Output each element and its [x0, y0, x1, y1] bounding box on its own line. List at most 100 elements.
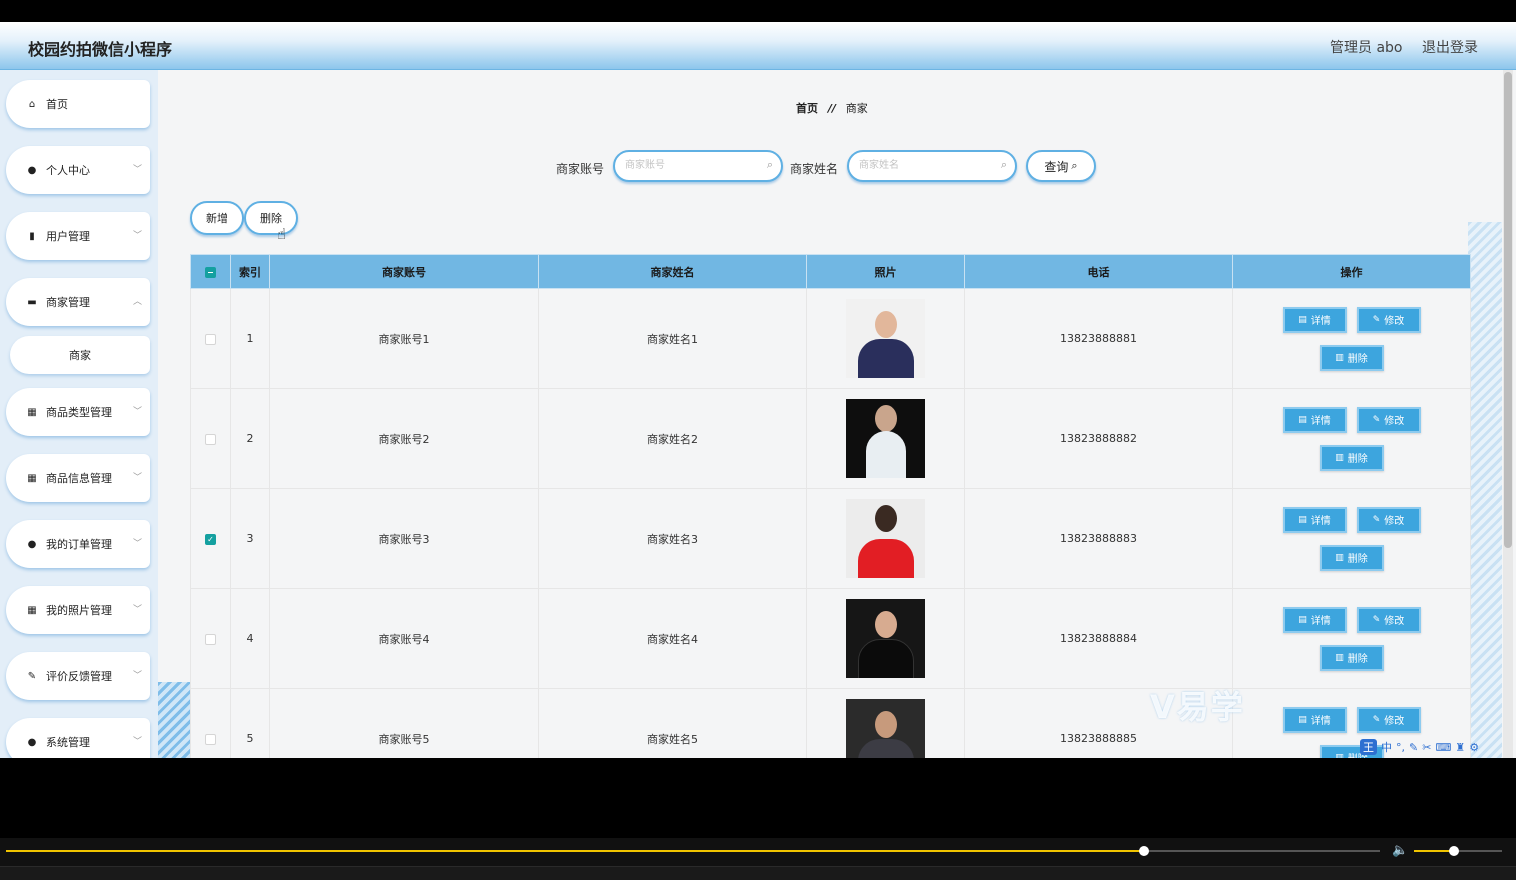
merchant-table: 索引 商家账号 商家姓名 照片 电话 操作 1 商家账号1 商家姓名1 1382… — [190, 254, 1471, 758]
ime-logo-icon[interactable]: 王 — [1360, 739, 1377, 755]
progress-bar[interactable] — [6, 846, 1380, 856]
volume-icon[interactable]: 🔈 — [1392, 843, 1408, 858]
phone-cell: 13823888883 — [964, 488, 1233, 589]
clipboard-icon: ▮ — [29, 230, 35, 242]
chevron-down-icon: ﹀ — [132, 605, 142, 615]
ime-toolbar: 王 中 °, ✎ ✂ ⌨ ♜ ⚙ — [1360, 738, 1479, 756]
sidebar-item-home[interactable]: ⌂ 首页 — [6, 80, 150, 128]
query-button[interactable]: 查询 ⌕ — [1026, 150, 1096, 182]
account-cell: 商家账号4 — [269, 588, 539, 689]
column-header: 商家账号 — [269, 254, 539, 289]
table-row: ✓ 3 商家账号3 商家姓名3 13823888883 ▤ 详情 ✎ 修改 ▥ … — [190, 488, 1471, 589]
chevron-up-icon: ︿ — [132, 297, 142, 307]
chevron-down-icon: ﹀ — [132, 737, 142, 747]
vertical-scrollbar[interactable] — [1503, 70, 1513, 758]
decorative-stripes — [158, 682, 190, 758]
progress-fill — [6, 850, 1144, 852]
merchant-photo[interactable] — [846, 299, 925, 378]
index-cell: 1 — [230, 288, 270, 389]
ime-shirt-icon[interactable]: ♜ — [1455, 741, 1465, 754]
home-icon: ⌂ — [28, 98, 36, 110]
detail-button[interactable]: ▤ 详情 — [1282, 706, 1347, 733]
sidebar-item-personal-center[interactable]: ● 个人中心 ﹀ — [6, 146, 150, 194]
merchant-photo[interactable] — [846, 499, 925, 578]
query-button-label: 查询 — [1044, 159, 1069, 174]
chevron-down-icon: ﹀ — [132, 407, 142, 417]
edit-button[interactable]: ✎ 修改 — [1356, 606, 1421, 633]
row-checkbox[interactable] — [205, 433, 216, 445]
merchant-photo[interactable] — [846, 399, 925, 478]
edit-button[interactable]: ✎ 修改 — [1356, 406, 1421, 433]
progress-knob[interactable] — [1138, 846, 1149, 856]
sidebar-item-product-info-management[interactable]: ▦ 商品信息管理 ﹀ — [6, 454, 150, 502]
sidebar-item-user-management[interactable]: ▮ 用户管理 ﹀ — [6, 212, 150, 260]
delete-button[interactable]: ▥删除 — [1319, 444, 1384, 471]
column-header: 电话 — [964, 254, 1233, 289]
index-cell: 3 — [230, 488, 270, 589]
sidebar-item-system-management[interactable]: ● 系统管理 ﹀ — [6, 718, 150, 758]
volume-knob[interactable] — [1448, 846, 1459, 856]
row-checkbox[interactable] — [205, 733, 216, 745]
detail-button[interactable]: ▤ 详情 — [1282, 306, 1347, 333]
ime-keyboard-icon[interactable]: ⌨ — [1435, 741, 1451, 754]
delete-selected-button[interactable]: 删除 — [244, 201, 298, 235]
edit-button[interactable]: ✎ 修改 — [1356, 306, 1421, 333]
account-search-box: ⌕ — [613, 150, 783, 182]
delete-button[interactable]: ▥删除 — [1319, 644, 1384, 671]
row-checkbox[interactable]: ✓ — [205, 533, 216, 545]
merchant-photo[interactable] — [846, 699, 925, 758]
row-select-cell: ✓ — [190, 488, 231, 589]
decorative-stripes — [1468, 222, 1502, 758]
sidebar-item-merchant-management[interactable]: ▬ 商家管理 ︿ — [6, 278, 150, 326]
volume-slider[interactable] — [1414, 846, 1502, 856]
merchant-photo[interactable] — [846, 599, 925, 678]
row-checkbox[interactable] — [205, 333, 216, 345]
operations-cell: ▤详情 ✎修改 ▥删除 — [1232, 388, 1471, 489]
select-all-checkbox[interactable] — [205, 266, 216, 278]
sidebar-item-product-type-management[interactable]: ▦ 商品类型管理 ﹀ — [6, 388, 150, 436]
user-icon: ● — [27, 164, 37, 176]
sidebar-item-feedback[interactable]: ✎ 评价反馈管理 ﹀ — [6, 652, 150, 700]
account-search-label: 商家账号 — [556, 162, 605, 176]
chevron-down-icon: ﹀ — [132, 165, 142, 175]
row-checkbox[interactable] — [205, 633, 216, 645]
search-icon: ⌕ — [766, 158, 773, 171]
briefcase-icon: ▬ — [27, 296, 37, 308]
account-cell: 商家账号1 — [269, 288, 539, 389]
trash-icon: ▥ — [1335, 652, 1344, 663]
ime-punctuation-icon[interactable]: °, — [1396, 741, 1405, 754]
breadcrumb-current: 商家 — [845, 102, 868, 115]
delete-button[interactable]: ▥删除 — [1319, 344, 1384, 371]
ime-handwrite-icon[interactable]: ✎ — [1409, 741, 1418, 754]
sidebar-item-my-photos[interactable]: ▦ 我的照片管理 ﹀ — [6, 586, 150, 634]
name-search-input[interactable] — [859, 152, 989, 178]
breadcrumb: 首页 // 商家 — [796, 100, 868, 116]
document-icon: ▤ — [1298, 614, 1307, 625]
sidebar-item-label: 个人中心 — [46, 164, 90, 177]
grid-icon: ▦ — [27, 472, 37, 484]
hand-cursor-icon: ☝ — [277, 225, 287, 243]
add-button[interactable]: 新增 — [190, 201, 244, 235]
sidebar-item-label: 首页 — [46, 98, 68, 111]
sidebar-item-label: 系统管理 — [46, 736, 90, 749]
logout-link[interactable]: 退出登录 — [1422, 37, 1478, 57]
sidebar-subitem-merchant[interactable]: 商家 — [10, 336, 150, 374]
sidebar-item-my-orders[interactable]: ● 我的订单管理 ﹀ — [6, 520, 150, 568]
sidebar-item-label: 商家管理 — [46, 296, 90, 309]
detail-button[interactable]: ▤ 详情 — [1282, 606, 1347, 633]
edit-button[interactable]: ✎ 修改 — [1356, 506, 1421, 533]
breadcrumb-home[interactable]: 首页 — [796, 102, 818, 115]
edit-button[interactable]: ✎ 修改 — [1356, 706, 1421, 733]
scrollbar-thumb[interactable] — [1504, 72, 1512, 548]
account-search-input[interactable] — [625, 152, 755, 178]
detail-button[interactable]: ▤ 详情 — [1282, 506, 1347, 533]
name-cell: 商家姓名3 — [538, 488, 807, 589]
ime-chinese-mode-icon[interactable]: 中 — [1381, 739, 1392, 755]
ime-settings-icon[interactable]: ⚙ — [1469, 741, 1479, 754]
column-header: 索引 — [230, 254, 270, 289]
detail-button[interactable]: ▤ 详情 — [1282, 406, 1347, 433]
ime-scissors-icon[interactable]: ✂ — [1422, 741, 1431, 754]
sidebar-item-label: 商品类型管理 — [46, 406, 112, 419]
player-bottom-strip — [0, 866, 1516, 880]
delete-button[interactable]: ▥删除 — [1319, 544, 1384, 571]
